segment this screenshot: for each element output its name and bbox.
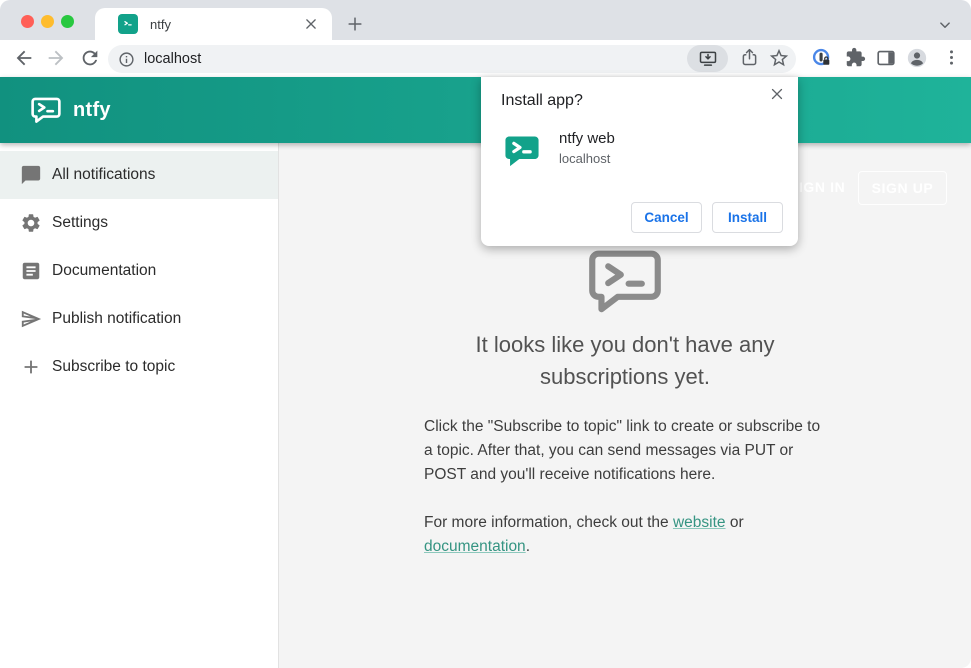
forward-icon[interactable]	[45, 47, 67, 69]
minimize-window-button[interactable]	[41, 15, 54, 28]
site-info-icon[interactable]	[118, 51, 135, 68]
install-app-name: ntfy web	[559, 130, 615, 147]
install-app-origin: localhost	[559, 151, 611, 166]
extensions-puzzle-icon[interactable]	[845, 47, 867, 69]
sidebar-item-settings[interactable]: Settings	[0, 199, 278, 247]
titlebar: ntfy	[0, 0, 971, 40]
dialog-buttons: Cancel Install	[631, 202, 783, 233]
sidebar: All notifications Settings Documentation…	[0, 143, 279, 668]
sidebar-item-all-notifications[interactable]: All notifications	[0, 151, 278, 199]
chat-icon	[21, 165, 41, 185]
paragraph-text: or	[725, 514, 744, 531]
sidebar-item-label: Settings	[52, 214, 109, 231]
paragraph-text: .	[525, 538, 530, 555]
website-link[interactable]: website	[673, 514, 726, 531]
browser-tab[interactable]: ntfy	[95, 8, 332, 40]
cancel-button[interactable]: Cancel	[631, 202, 702, 233]
ntfy-app-icon	[503, 132, 541, 170]
sidebar-item-label: All notifications	[52, 166, 156, 183]
side-panel-icon[interactable]	[875, 47, 897, 69]
bookmark-star-icon[interactable]	[768, 47, 790, 69]
documentation-link[interactable]: documentation	[424, 538, 526, 555]
close-window-button[interactable]	[21, 15, 34, 28]
empty-state-heading: It looks like you don't have any subscri…	[475, 332, 775, 389]
sidebar-item-label: Documentation	[52, 262, 157, 279]
install-button[interactable]: Install	[712, 202, 783, 233]
ntfy-logo-large-icon	[589, 250, 661, 313]
ntfy-favicon-icon	[118, 14, 138, 34]
send-icon	[21, 310, 42, 328]
browser-window: ntfy localhost ntfy SIGN IN SIGN UP All …	[0, 0, 971, 668]
article-icon	[22, 262, 40, 280]
plus-icon	[24, 360, 38, 374]
browser-toolbar: localhost	[0, 40, 971, 77]
paragraph-text: For more information, check out the	[424, 514, 673, 531]
install-dialog-title: Install app?	[501, 92, 583, 109]
sidebar-item-publish-notification[interactable]: Publish notification	[0, 295, 278, 343]
url-text: localhost	[144, 51, 202, 67]
password-extension-icon[interactable]	[811, 47, 833, 69]
empty-state: It looks like you don't have any subscri…	[424, 247, 826, 559]
empty-state-paragraph: Click the "Subscribe to topic" link to c…	[424, 418, 821, 483]
app-title: ntfy	[73, 98, 111, 121]
dialog-close-icon[interactable]	[768, 85, 786, 103]
empty-state-paragraph-links: For more information, check out the webs…	[424, 511, 826, 559]
profile-avatar-icon[interactable]	[906, 47, 928, 69]
reload-icon[interactable]	[79, 47, 101, 69]
tab-title: ntfy	[150, 16, 171, 32]
tab-search-chevron-icon[interactable]	[936, 16, 954, 34]
tab-close-icon[interactable]	[302, 15, 320, 33]
share-icon[interactable]	[739, 47, 761, 69]
sidebar-item-label: Subscribe to topic	[52, 358, 176, 375]
browser-menu-dots-icon[interactable]	[941, 47, 963, 69]
back-icon[interactable]	[13, 47, 35, 69]
gear-icon	[22, 214, 40, 232]
sidebar-item-subscribe-to-topic[interactable]: Subscribe to topic	[0, 343, 278, 391]
sidebar-item-documentation[interactable]: Documentation	[0, 247, 278, 295]
sign-up-button[interactable]: SIGN UP	[858, 171, 947, 205]
install-app-dialog: Install app? ntfy web localhost Cancel I…	[481, 77, 798, 246]
new-tab-button[interactable]	[345, 14, 365, 34]
sidebar-item-label: Publish notification	[52, 310, 182, 327]
install-app-icon[interactable]	[687, 45, 728, 72]
ntfy-logo-icon	[30, 96, 62, 125]
zoom-window-button[interactable]	[61, 15, 74, 28]
